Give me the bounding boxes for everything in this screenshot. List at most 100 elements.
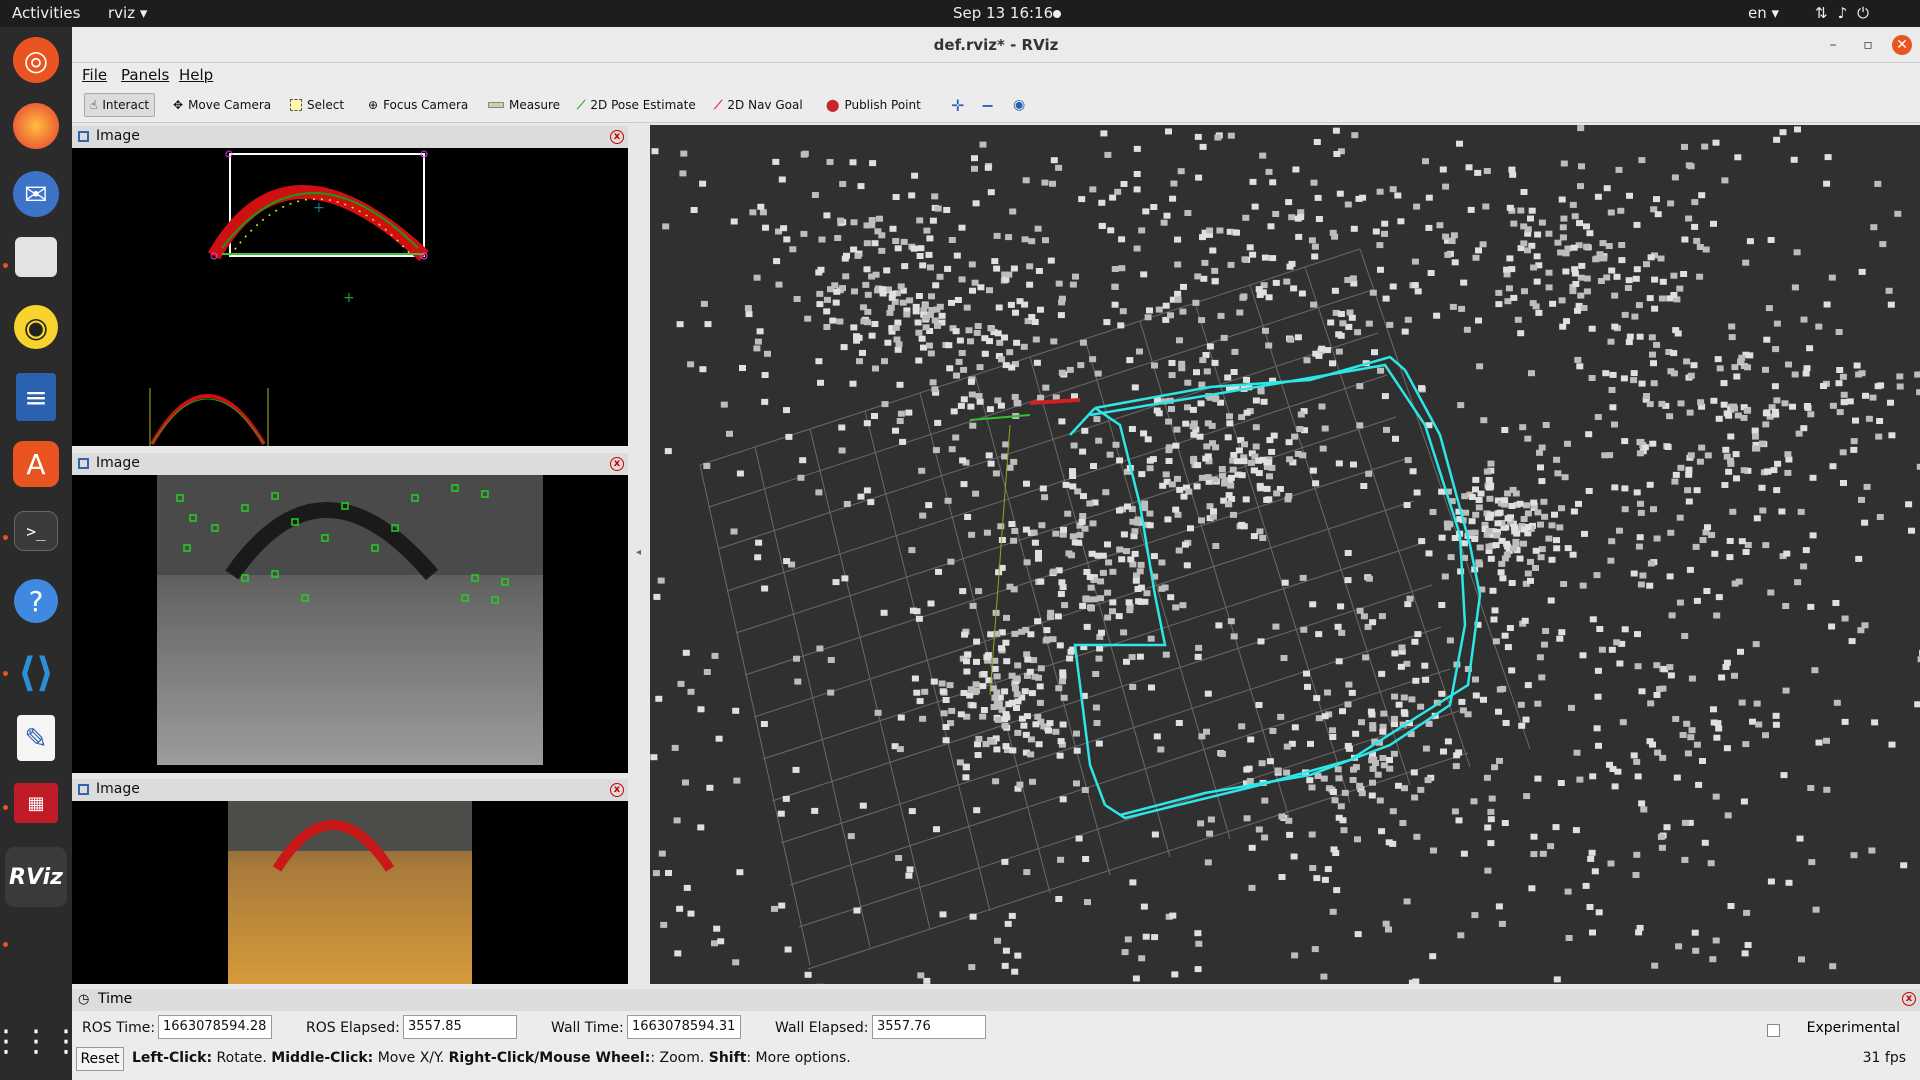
panel-header[interactable]: Image x bbox=[72, 779, 628, 801]
pose-estimate-label: 2D Pose Estimate bbox=[590, 98, 696, 112]
publish-point-label: Publish Point bbox=[844, 98, 921, 112]
power-icon: ⏻ bbox=[1857, 4, 1880, 22]
panel-icon bbox=[78, 784, 89, 795]
nav-goal-tool[interactable]: ⟋ 2D Nav Goal bbox=[709, 93, 808, 117]
hint-zoom: : Zoom. bbox=[650, 1050, 709, 1066]
activities-button[interactable]: Activities bbox=[12, 4, 80, 22]
volume-icon: ♪ bbox=[1837, 4, 1858, 22]
close-panel-icon[interactable]: x bbox=[610, 457, 624, 471]
focus-camera-tool[interactable]: ⊕ Focus Camera bbox=[363, 93, 473, 117]
clock[interactable]: Sep 13 16:16 bbox=[953, 4, 1053, 22]
select-label: Select bbox=[307, 98, 345, 112]
system-tray[interactable]: ⇅♪⏻ bbox=[1815, 4, 1879, 22]
image-view-2[interactable] bbox=[72, 475, 628, 773]
move-camera-label: Move Camera bbox=[188, 98, 272, 112]
rviz-icon[interactable]: RViz bbox=[5, 847, 67, 907]
remove-tool-button[interactable]: − bbox=[976, 93, 999, 117]
ros-time-field[interactable]: 1663078594.28 bbox=[158, 1015, 272, 1039]
wall-elapsed-label: Wall Elapsed: bbox=[775, 1020, 869, 1036]
menu-bar: File Panels Help bbox=[72, 63, 1920, 87]
ruler-icon bbox=[488, 102, 504, 108]
vscode-icon[interactable]: ⟨⟩ bbox=[10, 647, 62, 699]
hint-move: Move X/Y. bbox=[373, 1050, 449, 1066]
wall-time-label: Wall Time: bbox=[551, 1020, 624, 1036]
ros-elapsed-label: ROS Elapsed: bbox=[306, 1020, 400, 1036]
color-camera-image bbox=[228, 801, 472, 984]
close-panel-icon[interactable]: x bbox=[610, 130, 624, 144]
image-panel-2: Image x bbox=[72, 453, 628, 773]
tool-properties-button[interactable]: ◉ bbox=[1008, 93, 1030, 117]
panel-header[interactable]: Image x bbox=[72, 453, 628, 475]
clock-icon: ◷ bbox=[78, 992, 90, 1007]
panel-icon bbox=[78, 458, 89, 469]
notification-dot bbox=[1053, 10, 1061, 18]
point-cloud-scene bbox=[650, 125, 1920, 984]
running-indicator bbox=[3, 805, 8, 810]
fps-counter: 31 fps bbox=[1862, 1050, 1906, 1066]
image-view-3[interactable] bbox=[72, 801, 628, 984]
plus-icon: ✛ bbox=[951, 95, 965, 115]
hint-more: : More options. bbox=[746, 1050, 851, 1066]
panel-title: Image bbox=[96, 128, 140, 144]
app-icon[interactable]: ▦ bbox=[14, 783, 58, 823]
reset-button[interactable]: Reset bbox=[76, 1047, 124, 1071]
terminal-icon[interactable]: >_ bbox=[14, 511, 58, 551]
measure-tool[interactable]: Measure bbox=[483, 93, 565, 117]
app-menu-button[interactable]: rviz ▾ bbox=[108, 4, 147, 22]
move-camera-tool[interactable]: ✥ Move Camera bbox=[168, 93, 276, 117]
pose-estimate-tool[interactable]: ⟋ 2D Pose Estimate bbox=[572, 93, 701, 117]
files-icon[interactable] bbox=[15, 237, 57, 277]
panel-header[interactable]: Image x bbox=[72, 126, 628, 148]
time-panel-title: Time bbox=[98, 991, 133, 1007]
rhythmbox-icon[interactable]: ◉ bbox=[14, 305, 58, 349]
gate-detection-image: + + bbox=[149, 150, 429, 446]
dock: ◎ ✉ ◉ ≡ A >_ ? ⟨⟩ ✎ ▦ RViz ⋮⋮⋮ bbox=[0, 27, 81, 1080]
thunderbird-icon[interactable]: ✉ bbox=[13, 171, 59, 217]
ubuntu-icon[interactable]: ◎ bbox=[13, 37, 59, 83]
interact-tool[interactable]: ☝ Interact bbox=[84, 93, 156, 117]
close-icon[interactable]: ✕ bbox=[1892, 35, 1912, 55]
move-icon: ✥ bbox=[173, 98, 184, 112]
apps-grid-icon[interactable]: ⋮⋮⋮ bbox=[0, 1015, 81, 1067]
system-top-bar: Activities rviz ▾ Sep 13 16:16 en ▾ ⇅♪⏻ bbox=[0, 0, 1920, 27]
running-indicator bbox=[3, 671, 8, 676]
hint-shift: Shift bbox=[708, 1050, 747, 1066]
map-pin-icon: ⬤ bbox=[826, 98, 840, 112]
grayscale-camera-image bbox=[157, 475, 543, 773]
interact-label: Interact bbox=[102, 98, 150, 112]
image-view-1[interactable]: + + bbox=[72, 148, 628, 446]
axis-marker-y bbox=[969, 414, 1031, 421]
ros-elapsed-field[interactable]: 3557.85 bbox=[403, 1015, 517, 1039]
writer-icon[interactable]: ≡ bbox=[16, 373, 56, 421]
select-tool[interactable]: Select bbox=[285, 93, 349, 117]
green-arrow-icon: ⟋ bbox=[577, 97, 586, 112]
language-selector[interactable]: en ▾ bbox=[1748, 4, 1779, 22]
title-bar[interactable]: def.rviz* - RViz – ▫ ✕ bbox=[72, 27, 1920, 63]
svg-text:+: + bbox=[313, 200, 325, 216]
software-icon[interactable]: A bbox=[13, 441, 59, 487]
image-panel-3: Image x bbox=[72, 779, 628, 984]
running-indicator bbox=[3, 535, 8, 540]
experimental-checkbox[interactable] bbox=[1767, 1024, 1780, 1037]
3d-render-view[interactable] bbox=[650, 125, 1920, 984]
close-panel-icon[interactable]: x bbox=[610, 783, 624, 797]
add-tool-button[interactable]: ✛ bbox=[946, 93, 969, 117]
wall-elapsed-field[interactable]: 3557.76 bbox=[872, 1015, 986, 1039]
help-icon[interactable]: ? bbox=[14, 579, 58, 623]
time-panel-header[interactable]: ◷ Time x bbox=[72, 989, 1920, 1011]
text-editor-icon[interactable]: ✎ bbox=[17, 715, 55, 761]
firefox-icon[interactable] bbox=[13, 103, 59, 149]
status-hint: Left-Click: Rotate. Middle-Click: Move X… bbox=[132, 1050, 851, 1066]
network-icon: ⇅ bbox=[1815, 4, 1838, 22]
menu-help[interactable]: Help bbox=[179, 66, 213, 84]
menu-panels[interactable]: Panels bbox=[121, 66, 169, 84]
minimize-icon[interactable]: – bbox=[1823, 35, 1843, 55]
select-icon bbox=[290, 99, 302, 111]
splitter-handle[interactable]: ◂ bbox=[636, 547, 641, 558]
maximize-icon[interactable]: ▫ bbox=[1858, 35, 1878, 55]
wall-time-field[interactable]: 1663078594.31 bbox=[627, 1015, 741, 1039]
publish-point-tool[interactable]: ⬤ Publish Point bbox=[821, 93, 926, 117]
running-indicator bbox=[3, 263, 8, 268]
menu-file[interactable]: File bbox=[82, 66, 107, 84]
close-panel-icon[interactable]: x bbox=[1902, 992, 1916, 1006]
